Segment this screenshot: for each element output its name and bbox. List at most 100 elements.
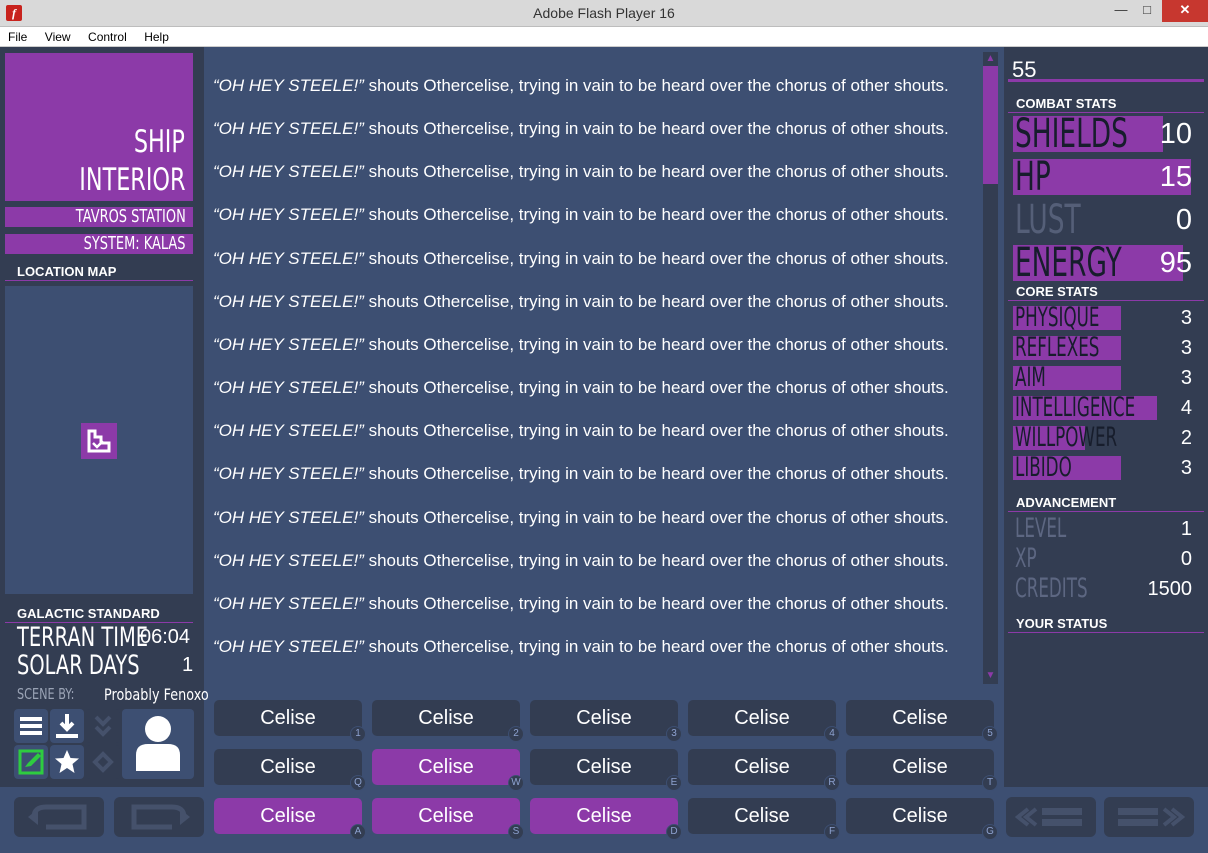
action-button-label: Celise <box>418 707 474 729</box>
hotkey-badge: 2 <box>508 726 524 742</box>
redo-icon <box>131 804 190 830</box>
undo-icon <box>28 804 87 830</box>
story-line: “OH HEY STEELE!” shouts Othercelise, try… <box>213 249 949 269</box>
advancement-label: CREDITS <box>1015 573 1088 604</box>
action-button-t[interactable]: Celise <box>846 749 994 785</box>
location-map-header: LOCATION MAP <box>5 264 193 281</box>
load-button[interactable] <box>86 709 120 743</box>
solar-days-label: SOLAR DAYS <box>17 650 140 681</box>
advancement-value: 0 <box>1180 548 1192 570</box>
action-button-2[interactable]: Celise <box>372 700 520 736</box>
perks-button[interactable] <box>50 745 84 779</box>
action-button-e[interactable]: Celise <box>530 749 678 785</box>
menu-file[interactable]: File <box>3 27 32 47</box>
story-line: “OH HEY STEELE!” shouts Othercelise, try… <box>213 119 949 139</box>
action-button-a[interactable]: Celise <box>214 798 362 834</box>
scroll-up-arrow[interactable]: ▲ <box>983 53 998 65</box>
core-stat-label: WILLPOWER <box>1015 422 1118 453</box>
story-line: “OH HEY STEELE!” shouts Othercelise, try… <box>213 508 949 528</box>
story-line-quote: “OH HEY STEELE!” <box>213 76 364 95</box>
terran-time-label: TERRAN TIME <box>17 622 149 653</box>
story-line-text: shouts Othercelise, trying in vain to be… <box>363 508 949 527</box>
story-line-quote: “OH HEY STEELE!” <box>213 637 364 656</box>
story-line-text: shouts Othercelise, trying in vain to be… <box>363 551 949 570</box>
hotkey-badge: 4 <box>824 726 840 742</box>
action-button-label: Celise <box>892 707 948 729</box>
action-button-s[interactable]: Celise <box>372 798 520 834</box>
story-line-quote: “OH HEY STEELE!” <box>213 162 364 181</box>
action-button-r[interactable]: Celise <box>688 749 836 785</box>
action-button-label: Celise <box>734 756 790 778</box>
combat-stat-value: 10 <box>1159 118 1192 150</box>
action-button-label: Celise <box>260 707 316 729</box>
appearance-icon <box>18 749 44 775</box>
prev-page-button[interactable] <box>1006 797 1096 837</box>
main-menu-button[interactable] <box>14 709 48 743</box>
minimize-button[interactable]: — <box>1108 0 1134 22</box>
story-line-text: shouts Othercelise, trying in vain to be… <box>363 594 949 613</box>
menu-help[interactable]: Help <box>139 27 174 47</box>
story-line-text: shouts Othercelise, trying in vain to be… <box>363 205 949 224</box>
menu-view[interactable]: View <box>40 27 76 47</box>
menu-control[interactable]: Control <box>83 27 132 47</box>
save-button[interactable] <box>50 709 84 743</box>
undo-button[interactable] <box>14 797 104 837</box>
room-name-line1: SHIP <box>134 124 185 160</box>
story-line: “OH HEY STEELE!” shouts Othercelise, try… <box>213 378 949 398</box>
profile-button[interactable] <box>122 709 194 779</box>
story-line-text: shouts Othercelise, trying in vain to be… <box>363 162 949 181</box>
action-button-4[interactable]: Celise <box>688 700 836 736</box>
hotkey-badge: Q <box>350 775 366 791</box>
action-button-d[interactable]: Celise <box>530 798 678 834</box>
action-button-f[interactable]: Celise <box>688 798 836 834</box>
core-stat-value: 2 <box>1180 427 1192 449</box>
hotkey-badge: A <box>350 824 366 840</box>
action-button-label: Celise <box>418 756 474 778</box>
hotkey-badge: T <box>982 775 998 791</box>
hotkey-badge: 5 <box>982 726 998 742</box>
core-stat-value: 3 <box>1180 307 1192 329</box>
action-button-w[interactable]: Celise <box>372 749 520 785</box>
save-icon <box>56 714 78 738</box>
story-line-quote: “OH HEY STEELE!” <box>213 464 364 483</box>
action-button-label: Celise <box>892 805 948 827</box>
next-page-button[interactable] <box>1104 797 1194 837</box>
redo-button[interactable] <box>114 797 204 837</box>
action-button-g[interactable]: Celise <box>846 798 994 834</box>
combat-stat-label: ENERGY <box>1015 240 1122 286</box>
combat-stat-value: 0 <box>1175 204 1192 236</box>
map-player-icon[interactable] <box>81 423 117 459</box>
hotkey-badge: S <box>508 824 524 840</box>
close-button[interactable]: ✕ <box>1162 0 1208 22</box>
room-name-line2-wrap: INTERIOR <box>5 162 185 198</box>
action-button-label: Celise <box>576 805 632 827</box>
action-button-3[interactable]: Celise <box>530 700 678 736</box>
action-button-1[interactable]: Celise <box>214 700 362 736</box>
maximize-button[interactable]: □ <box>1134 0 1160 22</box>
action-button-label: Celise <box>576 756 632 778</box>
action-button-label: Celise <box>418 805 474 827</box>
core-stat-label: PHYSIQUE <box>1015 302 1100 333</box>
system-name: SYSTEM: KALAS <box>84 233 186 254</box>
combat-stat-label: LUST <box>1015 197 1081 243</box>
menu-bar: File View Control Help <box>0 27 1208 47</box>
appearance-button[interactable] <box>14 745 48 779</box>
hotkey-badge: 1 <box>350 726 366 742</box>
terran-time-value: 06:04 <box>140 626 191 648</box>
days-rule <box>1008 79 1204 82</box>
scroll-down-arrow[interactable]: ▼ <box>983 670 998 682</box>
story-line-quote: “OH HEY STEELE!” <box>213 335 364 354</box>
scrollbar-thumb[interactable] <box>983 66 998 184</box>
core-stat-label: INTELLIGENCE <box>1015 392 1136 423</box>
story-line-text: shouts Othercelise, trying in vain to be… <box>363 335 949 354</box>
misc-button[interactable] <box>86 745 120 779</box>
scene-by-label: SCENE BY: <box>17 685 75 703</box>
scene-by-author: Probably Fenoxo <box>104 685 209 704</box>
misc-icon <box>92 751 114 773</box>
action-button-5[interactable]: Celise <box>846 700 994 736</box>
core-stat-value: 3 <box>1180 337 1192 359</box>
story-line-quote: “OH HEY STEELE!” <box>213 508 364 527</box>
action-button-q[interactable]: Celise <box>214 749 362 785</box>
menu-icon <box>20 717 42 735</box>
story-line: “OH HEY STEELE!” shouts Othercelise, try… <box>213 421 949 441</box>
